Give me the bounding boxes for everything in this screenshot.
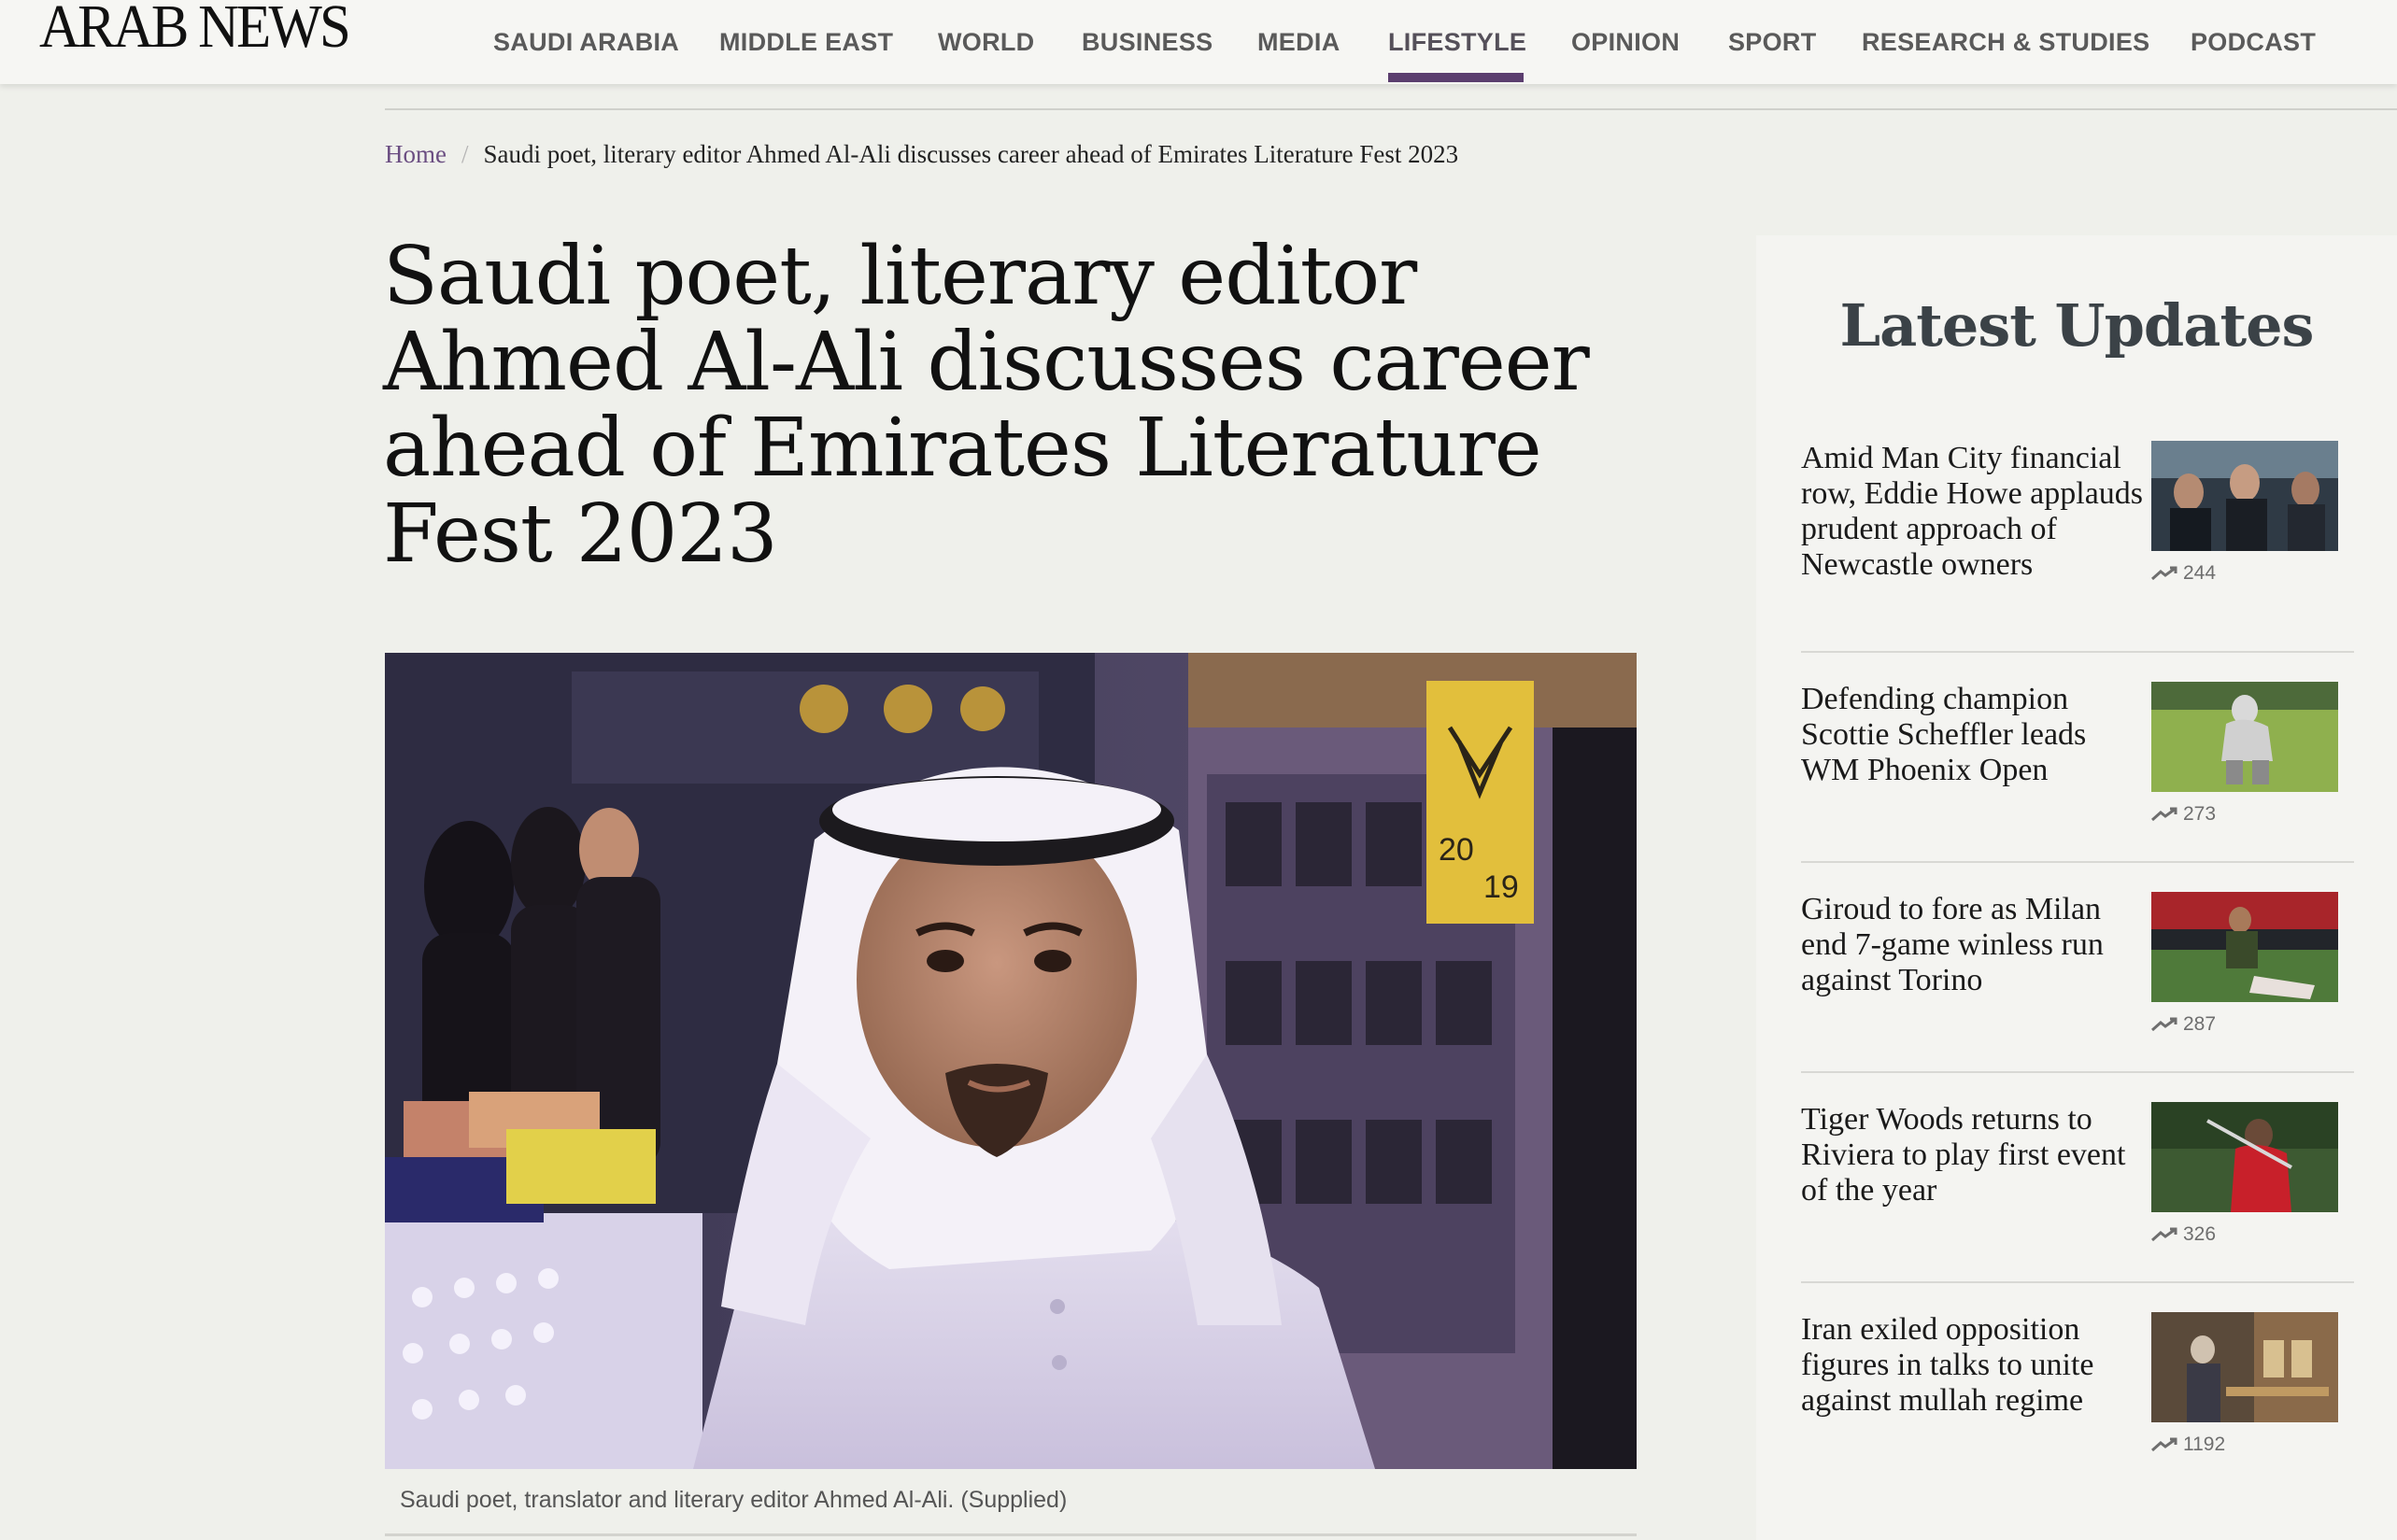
nav-item-sport[interactable]: SPORT	[1728, 28, 1817, 57]
breadcrumb-divider	[385, 108, 2397, 110]
latest-update-thumbnail[interactable]	[2151, 682, 2338, 792]
nav-item-middle-east[interactable]: MIDDLE EAST	[719, 28, 893, 57]
hero-caption: Saudi poet, translator and literary edit…	[400, 1487, 1068, 1513]
booth-sign-number-bottom: 19	[1483, 869, 1519, 905]
nav-item-world[interactable]: WORLD	[938, 28, 1034, 57]
latest-update-item[interactable]: Amid Man City financial row, Eddie Howe …	[1801, 441, 2362, 628]
trending-up-icon	[2151, 1227, 2177, 1242]
latest-update-title[interactable]: Iran exiled opposition figures in talks …	[1801, 1312, 2149, 1419]
latest-update-views: 326	[2151, 1223, 2216, 1246]
breadcrumb-current: Saudi poet, literary editor Ahmed Al-Ali…	[483, 140, 1459, 168]
latest-update-divider	[1801, 861, 2354, 863]
latest-update-item[interactable]: Iran exiled opposition figures in talks …	[1801, 1312, 2362, 1499]
latest-updates-title: Latest Updates	[1839, 291, 2315, 360]
trending-up-icon	[2151, 1017, 2177, 1032]
headline-line: ahead of Emirates Literature	[383, 402, 1542, 495]
nav-item-podcast[interactable]: PODCAST	[2191, 28, 2316, 57]
hero-photo[interactable]: 20 19	[385, 653, 1637, 1469]
trending-up-icon	[2151, 807, 2177, 822]
headline-line: Fest 2023	[383, 487, 778, 581]
nav-item-opinion[interactable]: OPINION	[1571, 28, 1680, 57]
active-nav-indicator	[1388, 73, 1524, 82]
booth-sign-number-top: 20	[1439, 832, 1474, 868]
trending-up-icon	[2151, 1437, 2177, 1452]
nav-item-media[interactable]: MEDIA	[1257, 28, 1340, 57]
latest-update-views: 244	[2151, 562, 2216, 585]
latest-update-title[interactable]: Defending champion Scottie Scheffler lea…	[1801, 682, 2149, 788]
latest-updates-sidebar: Latest Updates Amid Man City financial r…	[1756, 235, 2397, 1540]
headline-line: Ahmed Al-Ali discusses career	[383, 316, 1590, 409]
top-navigation-bar: ARAB NEWS SAUDI ARABIA MIDDLE EAST WORLD…	[0, 0, 2397, 84]
breadcrumb-home-link[interactable]: Home	[385, 140, 447, 168]
nav-item-research-studies[interactable]: RESEARCH & STUDIES	[1862, 28, 2149, 57]
nav-item-saudi-arabia[interactable]: SAUDI ARABIA	[493, 28, 679, 57]
headline-line: Saudi poet, literary editor	[383, 230, 1417, 323]
latest-update-divider	[1801, 651, 2354, 653]
caption-divider	[385, 1533, 1637, 1536]
latest-update-thumbnail[interactable]	[2151, 892, 2338, 1002]
latest-update-title[interactable]: Giroud to fore as Milan end 7-game winle…	[1801, 892, 2149, 998]
latest-update-item[interactable]: Defending champion Scottie Scheffler lea…	[1801, 682, 2362, 869]
latest-update-thumbnail[interactable]	[2151, 1312, 2338, 1422]
latest-update-item[interactable]: Tiger Woods returns to Riviera to play f…	[1801, 1102, 2362, 1289]
main-nav: SAUDI ARABIA MIDDLE EAST WORLD BUSINESS …	[0, 0, 2397, 84]
article-headline: Saudi poet, literary editor Ahmed Al-Ali…	[383, 233, 1635, 577]
latest-update-views: 1192	[2151, 1434, 2225, 1456]
latest-update-item[interactable]: Giroud to fore as Milan end 7-game winle…	[1801, 892, 2362, 1079]
latest-update-views: 287	[2151, 1013, 2216, 1036]
latest-update-title[interactable]: Amid Man City financial row, Eddie Howe …	[1801, 441, 2149, 583]
latest-update-title[interactable]: Tiger Woods returns to Riviera to play f…	[1801, 1102, 2149, 1208]
latest-update-divider	[1801, 1071, 2354, 1073]
latest-update-divider	[1801, 1281, 2354, 1283]
latest-update-thumbnail[interactable]	[2151, 441, 2338, 551]
breadcrumb-separator: /	[461, 140, 469, 168]
trending-up-icon	[2151, 566, 2177, 581]
latest-update-views: 273	[2151, 803, 2216, 826]
nav-item-business[interactable]: BUSINESS	[1082, 28, 1213, 57]
nav-item-lifestyle[interactable]: LIFESTYLE	[1388, 28, 1526, 57]
latest-update-thumbnail[interactable]	[2151, 1102, 2338, 1212]
breadcrumb: Home / Saudi poet, literary editor Ahmed A…	[385, 140, 1458, 169]
